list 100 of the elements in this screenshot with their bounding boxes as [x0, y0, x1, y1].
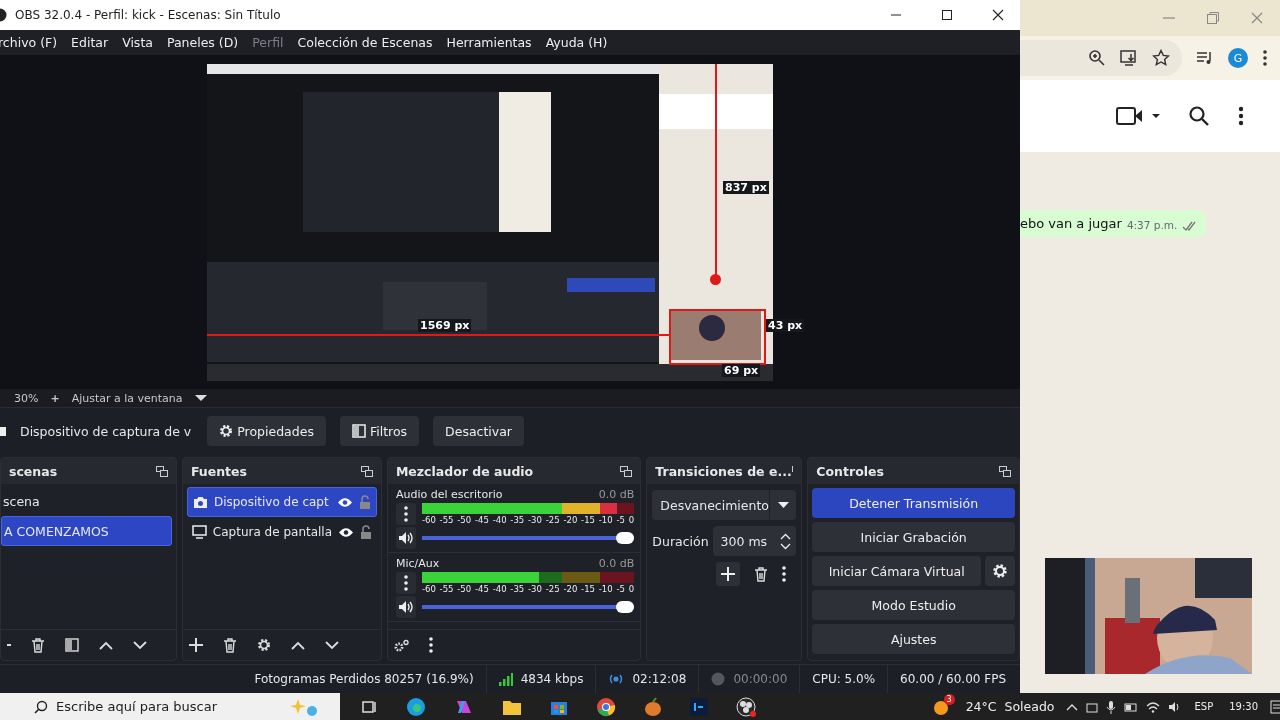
menu-icon[interactable] [1262, 49, 1268, 67]
up-icon[interactable] [99, 640, 113, 650]
up-icon[interactable] [290, 640, 305, 650]
weather-text[interactable]: 24°C Soleado [965, 699, 1055, 714]
trash-icon[interactable] [31, 637, 45, 653]
star-icon[interactable] [1152, 49, 1170, 67]
scale-label: -30 [528, 515, 542, 526]
install-icon[interactable] [1120, 49, 1138, 67]
volume-slider[interactable] [421, 600, 635, 615]
browser-app-icon[interactable] [406, 696, 426, 717]
source-name: Dispositivo de capt [213, 495, 329, 510]
speaker-icon[interactable] [395, 596, 416, 619]
transform-handle[interactable] [710, 273, 721, 285]
fruit-app-icon[interactable] [644, 696, 662, 717]
notifications-icon[interactable] [1270, 699, 1280, 714]
signal-icon [498, 672, 513, 686]
panel-title: Mezclador de audio [395, 463, 534, 479]
down-icon[interactable] [779, 542, 791, 550]
eye-icon[interactable] [336, 496, 353, 508]
scale-label: -35 [510, 515, 525, 526]
control-button[interactable]: Ajustes [812, 624, 1015, 655]
search-icon[interactable] [1188, 105, 1210, 127]
obs-app-icon[interactable] [736, 696, 756, 717]
undock-icon[interactable] [360, 465, 373, 477]
down-icon[interactable] [133, 640, 147, 650]
source-item[interactable]: Dispositivo de capt [186, 487, 377, 518]
speaker-icon[interactable] [395, 527, 416, 550]
control-button[interactable]: Detener Transmisión [812, 488, 1015, 519]
search-field[interactable]: Escribe aquí para buscar [0, 693, 340, 720]
duration-field[interactable]: 300 ms [712, 526, 797, 557]
trash-icon[interactable] [222, 637, 237, 653]
clock-time[interactable]: 19:30 [1229, 701, 1258, 712]
undock-icon[interactable] [999, 465, 1011, 477]
video-call-icon[interactable] [1116, 106, 1160, 126]
scale-label: 0 [628, 584, 635, 595]
control-button[interactable]: Iniciar Cámara Virtual [812, 556, 981, 587]
lock-icon[interactable] [359, 525, 372, 540]
filters-button[interactable]: Filtros [339, 416, 420, 447]
deactivate-button[interactable]: Desactivar [433, 416, 524, 447]
wifi-icon[interactable] [1146, 700, 1161, 713]
scale-label: -10 [598, 584, 613, 595]
scale-label: -5 [616, 584, 625, 595]
profile-avatar[interactable]: G [1228, 48, 1248, 68]
photoshop-app-icon[interactable] [690, 697, 708, 716]
source-name: Captura de pantalla [212, 525, 333, 540]
gear-icon[interactable] [256, 638, 271, 652]
menu-item[interactable]: Editar [71, 34, 109, 50]
notification-badge: 3 [943, 693, 955, 705]
up-icon[interactable] [779, 532, 791, 540]
scale-label: -20 [563, 584, 578, 595]
menu-icon[interactable] [782, 566, 787, 583]
language-indicator[interactable]: ESP [1194, 701, 1214, 712]
scene-item[interactable]: A COMENZAMOS [1, 516, 172, 547]
scene-item[interactable]: scena [1, 487, 172, 516]
zoom-in-button[interactable]: + [50, 391, 60, 405]
message-text: ebo van a jugar [1020, 216, 1122, 231]
media-icon[interactable] [1196, 49, 1214, 67]
eye-icon[interactable] [338, 526, 354, 538]
filter-icon[interactable] [65, 638, 79, 652]
volume-slider[interactable] [421, 531, 635, 546]
window-title: OBS 32.0.4 - Perfil: kick - Escenas: Sin Título [15, 7, 281, 22]
record-time: 00:00:00 [733, 672, 788, 686]
channel-name: Mic/Aux [395, 557, 440, 571]
fit-mode-dropdown[interactable]: Ajustar a la ventana [71, 391, 183, 405]
settings-button[interactable] [985, 556, 1015, 587]
menu-icon[interactable] [428, 637, 433, 653]
panel-title: Controles [816, 463, 884, 479]
selection-box[interactable] [669, 308, 766, 365]
trash-icon[interactable] [754, 566, 769, 582]
scale-label: -15 [581, 584, 595, 595]
restore-icon[interactable] [1206, 11, 1220, 25]
gears-icon[interactable] [393, 638, 409, 652]
menu-item[interactable]: Herramientas [446, 34, 532, 50]
address-bar[interactable] [1020, 40, 1182, 76]
transition-dropdown[interactable]: Desvanecimiento [652, 490, 797, 521]
channel-name: Audio del escritorio [395, 488, 503, 502]
down-icon[interactable] [324, 640, 339, 650]
properties-button[interactable]: Propiedades [207, 416, 326, 447]
microphone-icon[interactable] [1106, 699, 1117, 714]
control-button[interactable]: Modo Estudio [812, 590, 1015, 621]
menu-icon[interactable] [1238, 106, 1244, 126]
dropped-frames: Fotogramas Perdidos 80257 (16.9%) [254, 672, 474, 686]
menu-item[interactable]: rchivo (F) [0, 34, 58, 50]
menu-item[interactable]: Ayuda (H) [545, 34, 608, 50]
caret-icon[interactable] [194, 394, 207, 403]
menu-item[interactable]: Colección de Escenas [297, 34, 433, 50]
menu-item[interactable]: Vista [122, 34, 153, 50]
source-item[interactable]: Captura de pantalla [186, 518, 377, 547]
gear-icon [992, 563, 1008, 580]
menu-icon[interactable] [395, 503, 416, 526]
chrome-icon[interactable] [596, 696, 616, 717]
menu-item[interactable]: Paneles (D) [166, 34, 239, 50]
chevron-up-icon[interactable] [1066, 702, 1079, 711]
control-button[interactable]: Iniciar Grabación [812, 522, 1015, 553]
undock-icon[interactable] [155, 465, 168, 477]
zoom-icon[interactable] [1088, 49, 1106, 67]
menu-icon[interactable] [395, 572, 416, 595]
battery-icon[interactable] [1124, 700, 1139, 713]
task-view-icon[interactable] [362, 698, 378, 715]
undock-icon[interactable] [620, 465, 633, 477]
